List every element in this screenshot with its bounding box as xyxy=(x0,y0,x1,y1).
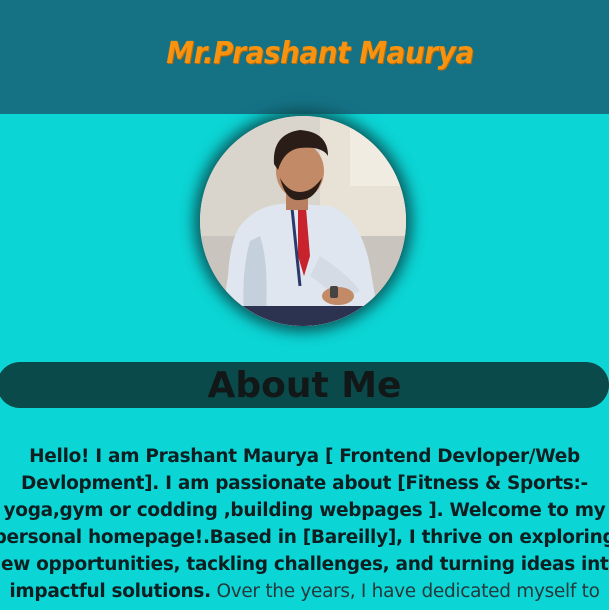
about-bio-intro: Hello! I am Prashant Maurya [ Frontend D… xyxy=(0,446,609,602)
site-title: Mr.Prashant Maurya xyxy=(166,36,474,71)
about-bio-continued: Over the years, I have dedicated myself … xyxy=(210,581,600,602)
profile-photo-image xyxy=(200,116,406,326)
profile-avatar xyxy=(200,116,406,326)
about-bio: Hello! I am Prashant Maurya [ Frontend D… xyxy=(0,443,609,605)
about-heading: About Me xyxy=(207,365,402,406)
